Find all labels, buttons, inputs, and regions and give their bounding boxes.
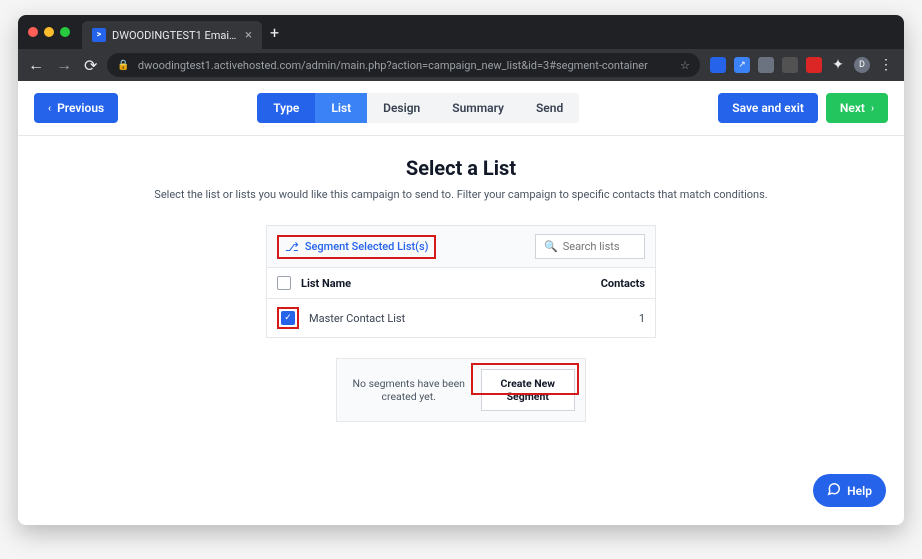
no-segments-text: No segments have been created yet. (347, 377, 471, 403)
segments-box: No segments have been created yet. Creat… (336, 358, 586, 422)
minimize-window-button[interactable] (44, 27, 54, 37)
url-field[interactable]: 🔒 dwoodingtest1.activehosted.com/admin/m… (107, 53, 700, 77)
browser-menu-icon[interactable]: ⋮ (878, 57, 894, 73)
top-bar: ‹ Previous Type List Design Summary Send… (18, 81, 904, 136)
tab-bar: > DWOODINGTEST1 Email Mark × + (18, 15, 904, 49)
step-list[interactable]: List (315, 93, 367, 123)
row-contacts: 1 (575, 312, 645, 325)
previous-button[interactable]: ‹ Previous (34, 93, 118, 123)
chevron-right-icon: › (871, 103, 874, 114)
extension-icon[interactable] (782, 57, 798, 73)
chat-icon (827, 482, 841, 499)
panel-header: ⎇ Segment Selected List(s) 🔍 (266, 225, 656, 268)
previous-label: Previous (57, 101, 104, 115)
row-checkbox[interactable]: ✓ (281, 311, 295, 325)
search-lists-box[interactable]: 🔍 (535, 234, 645, 259)
reload-button[interactable]: ⟳ (84, 55, 97, 75)
column-header-name: List Name (301, 277, 565, 290)
segment-selected-lists-link[interactable]: ⎇ Segment Selected List(s) (277, 235, 436, 259)
table-row[interactable]: ✓ Master Contact List 1 (266, 299, 656, 338)
lock-icon: 🔒 (117, 60, 129, 71)
table-header: List Name Contacts (266, 268, 656, 299)
page-title: Select a List (58, 156, 864, 180)
forward-button[interactable]: → (56, 55, 72, 75)
create-new-segment-button[interactable]: Create New Segment (481, 369, 576, 411)
browser-window: > DWOODINGTEST1 Email Mark × + ← → ⟳ 🔒 d… (18, 15, 904, 525)
extensions-menu-icon[interactable]: ✦ (830, 57, 846, 73)
nav-arrows: ← → ⟳ (28, 55, 97, 75)
browser-tab[interactable]: > DWOODINGTEST1 Email Mark × (82, 21, 262, 49)
list-panel: ⎇ Segment Selected List(s) 🔍 List Name C… (266, 225, 656, 338)
window-controls (28, 27, 70, 37)
back-button[interactable]: ← (28, 55, 44, 75)
step-send[interactable]: Send (520, 93, 579, 123)
extension-icon[interactable] (806, 57, 822, 73)
segment-link-label: Segment Selected List(s) (305, 240, 429, 253)
segment-icon: ⎇ (285, 240, 299, 254)
close-tab-icon[interactable]: × (245, 28, 252, 43)
chevron-left-icon: ‹ (48, 103, 51, 114)
main-area: Select a List Select the list or lists y… (18, 136, 904, 442)
step-design[interactable]: Design (367, 93, 436, 123)
new-tab-button[interactable]: + (270, 23, 279, 42)
extension-icon[interactable] (710, 57, 726, 73)
close-window-button[interactable] (28, 27, 38, 37)
search-icon: 🔍 (544, 240, 558, 253)
row-checkbox-highlight: ✓ (277, 307, 299, 329)
url-text: dwoodingtest1.activehosted.com/admin/mai… (138, 59, 672, 72)
save-and-exit-button[interactable]: Save and exit (718, 93, 818, 123)
next-button[interactable]: Next › (826, 93, 888, 123)
right-buttons: Save and exit Next › (718, 93, 888, 123)
extension-icon[interactable] (758, 57, 774, 73)
extension-icons: ↗ ✦ D ⋮ (710, 57, 894, 73)
step-summary[interactable]: Summary (436, 93, 520, 123)
step-type[interactable]: Type (257, 93, 315, 123)
help-button[interactable]: Help (813, 474, 886, 507)
page-content: ‹ Previous Type List Design Summary Send… (18, 81, 904, 525)
select-all-checkbox[interactable] (277, 276, 291, 290)
tab-title: DWOODINGTEST1 Email Mark (112, 29, 239, 42)
help-label: Help (847, 484, 872, 498)
page-subtitle: Select the list or lists you would like … (58, 188, 864, 201)
tab-favicon-icon: > (92, 28, 106, 42)
profile-avatar[interactable]: D (854, 57, 870, 73)
bookmark-star-icon[interactable]: ☆ (680, 59, 690, 72)
maximize-window-button[interactable] (60, 27, 70, 37)
next-label: Next (840, 101, 865, 115)
row-list-name: Master Contact List (309, 312, 565, 325)
stepper: Type List Design Summary Send (257, 93, 579, 123)
column-header-contacts: Contacts (575, 277, 645, 290)
address-bar: ← → ⟳ 🔒 dwoodingtest1.activehosted.com/a… (18, 49, 904, 81)
extension-icon[interactable]: ↗ (734, 57, 750, 73)
search-input[interactable] (563, 240, 636, 253)
